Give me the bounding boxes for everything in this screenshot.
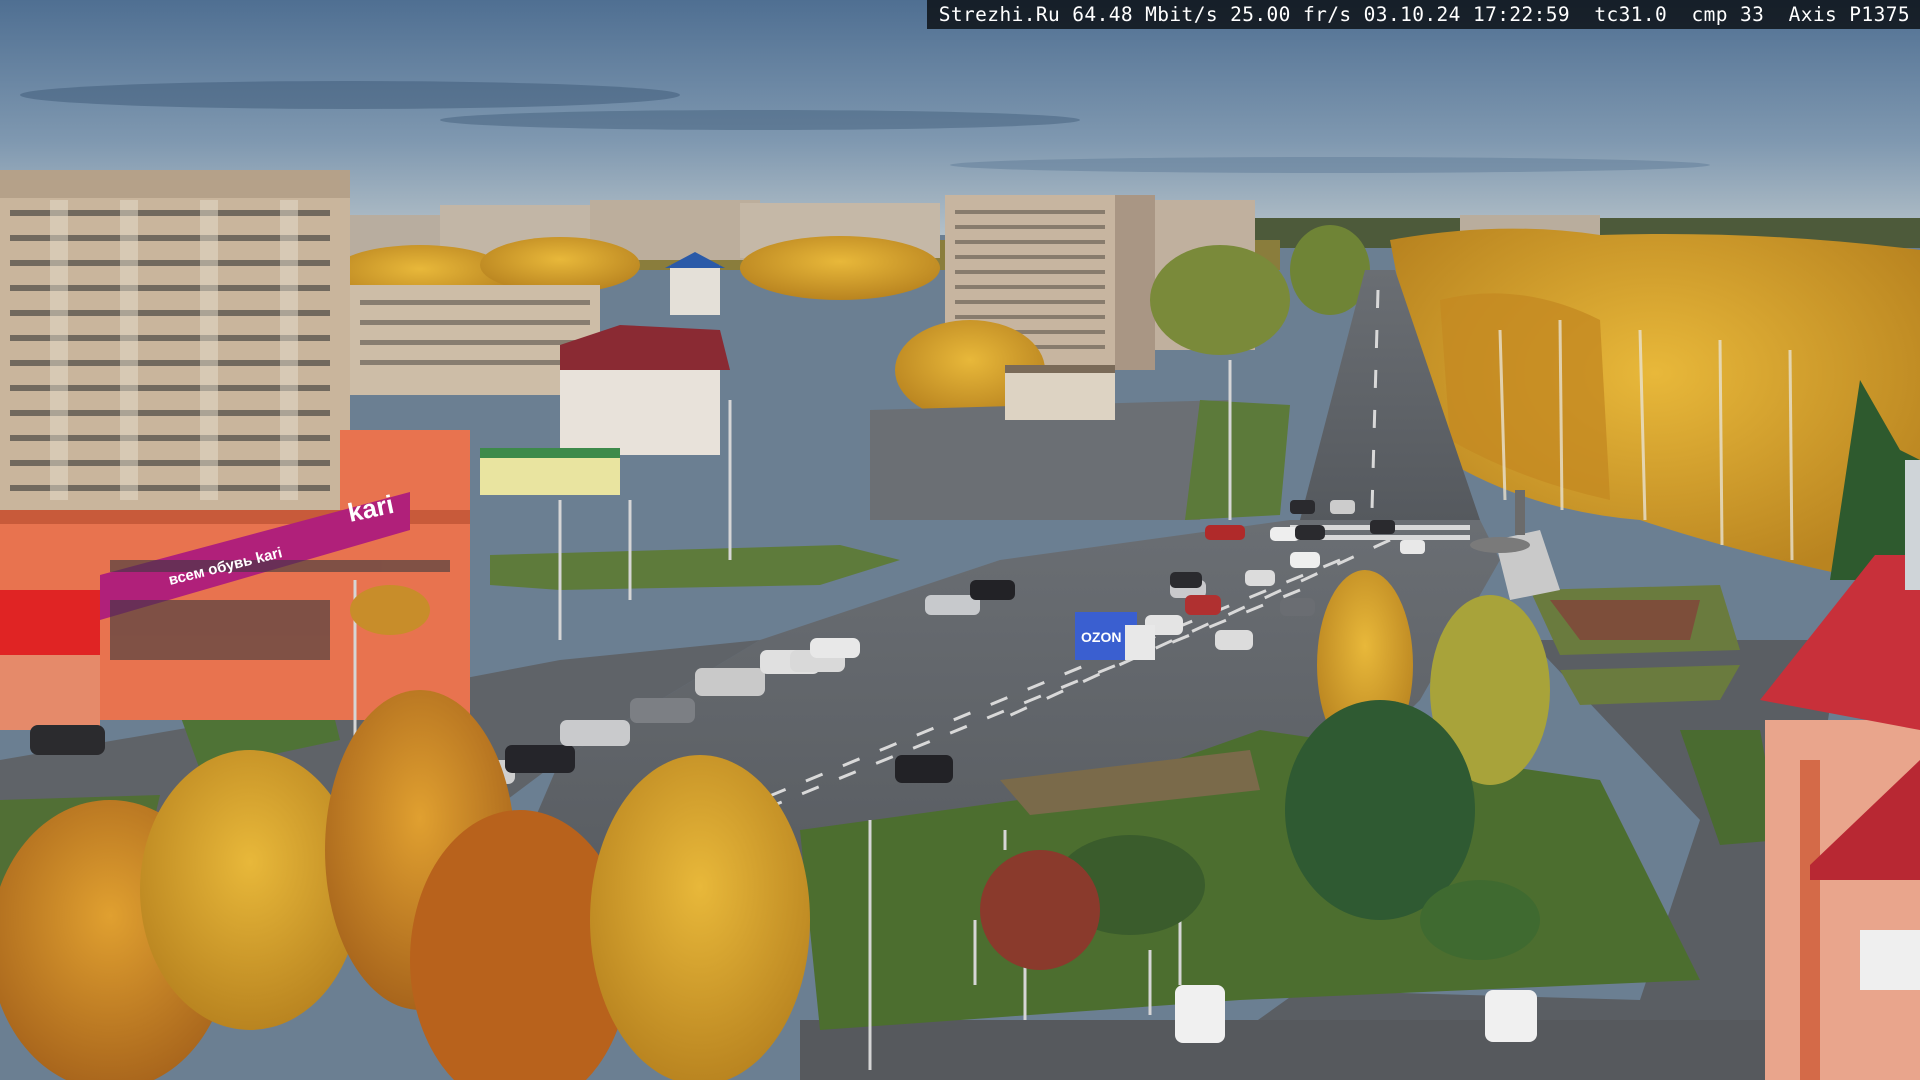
site-name: Strezhi.Ru (938, 3, 1061, 26)
camera-model: Axis P1375 (1788, 3, 1910, 26)
webcam-scene: kari всем обувь kari OZON (0, 0, 1920, 1080)
date-readout: 03.10.24 (1363, 3, 1461, 26)
bitrate-readout: 64.48 Mbit/s (1072, 3, 1218, 26)
tc-readout: tc31.0 (1594, 3, 1668, 26)
framerate-readout: 25.00 fr/s (1230, 3, 1352, 26)
cmp-readout: cmp 33 (1691, 3, 1765, 26)
camera-info-overlay: Strezhi.Ru 64.48 Mbit/s 25.00 fr/s 03.10… (926, 0, 1920, 29)
truck-logo-text: OZON (1081, 629, 1121, 645)
time-readout: 17:22:59 (1472, 3, 1571, 26)
